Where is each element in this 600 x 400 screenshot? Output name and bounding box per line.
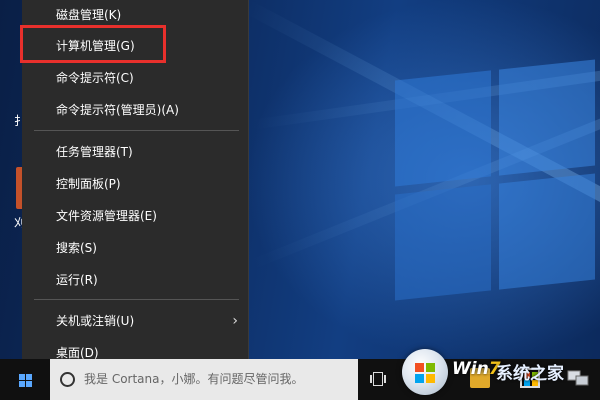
cortana-circle-icon — [60, 372, 75, 387]
menu-item-run[interactable]: 运行(R) — [22, 267, 248, 293]
menu-item-search[interactable]: 搜索(S) — [22, 235, 248, 261]
menu-item-shutdown-signout[interactable]: 关机或注销(U) › — [22, 308, 248, 334]
chevron-right-icon: › — [232, 313, 238, 329]
menu-item-label: 关机或注销(U) — [56, 314, 135, 328]
watermark-wordmark: Win7 — [452, 359, 501, 379]
task-view-icon[interactable] — [370, 372, 386, 386]
site-watermark-badge: Win7 系统之家 — [402, 347, 600, 397]
menu-item-task-manager[interactable]: 任务管理器(T) — [22, 139, 248, 165]
menu-item-file-explorer[interactable]: 文件资源管理器(E) — [22, 203, 248, 229]
search-placeholder: 我是 Cortana，小娜。有问题尽管问我。 — [84, 372, 304, 386]
windows-logo-wallpaper — [395, 59, 595, 301]
watermark-cjk-text: 系统之家 — [496, 364, 564, 384]
start-button[interactable] — [0, 359, 50, 400]
menu-separator — [34, 130, 239, 131]
menu-separator — [34, 299, 239, 300]
menu-item-control-panel[interactable]: 控制面板(P) — [22, 171, 248, 197]
windows-orb-icon — [402, 349, 448, 395]
cortana-search-box[interactable]: 我是 Cortana，小娜。有问题尽管问我。 — [50, 359, 358, 400]
menu-item-command-prompt-admin[interactable]: 命令提示符(管理员)(A) — [22, 97, 248, 123]
menu-item-command-prompt[interactable]: 命令提示符(C) — [22, 65, 248, 91]
highlight-annotation-box — [20, 25, 166, 63]
